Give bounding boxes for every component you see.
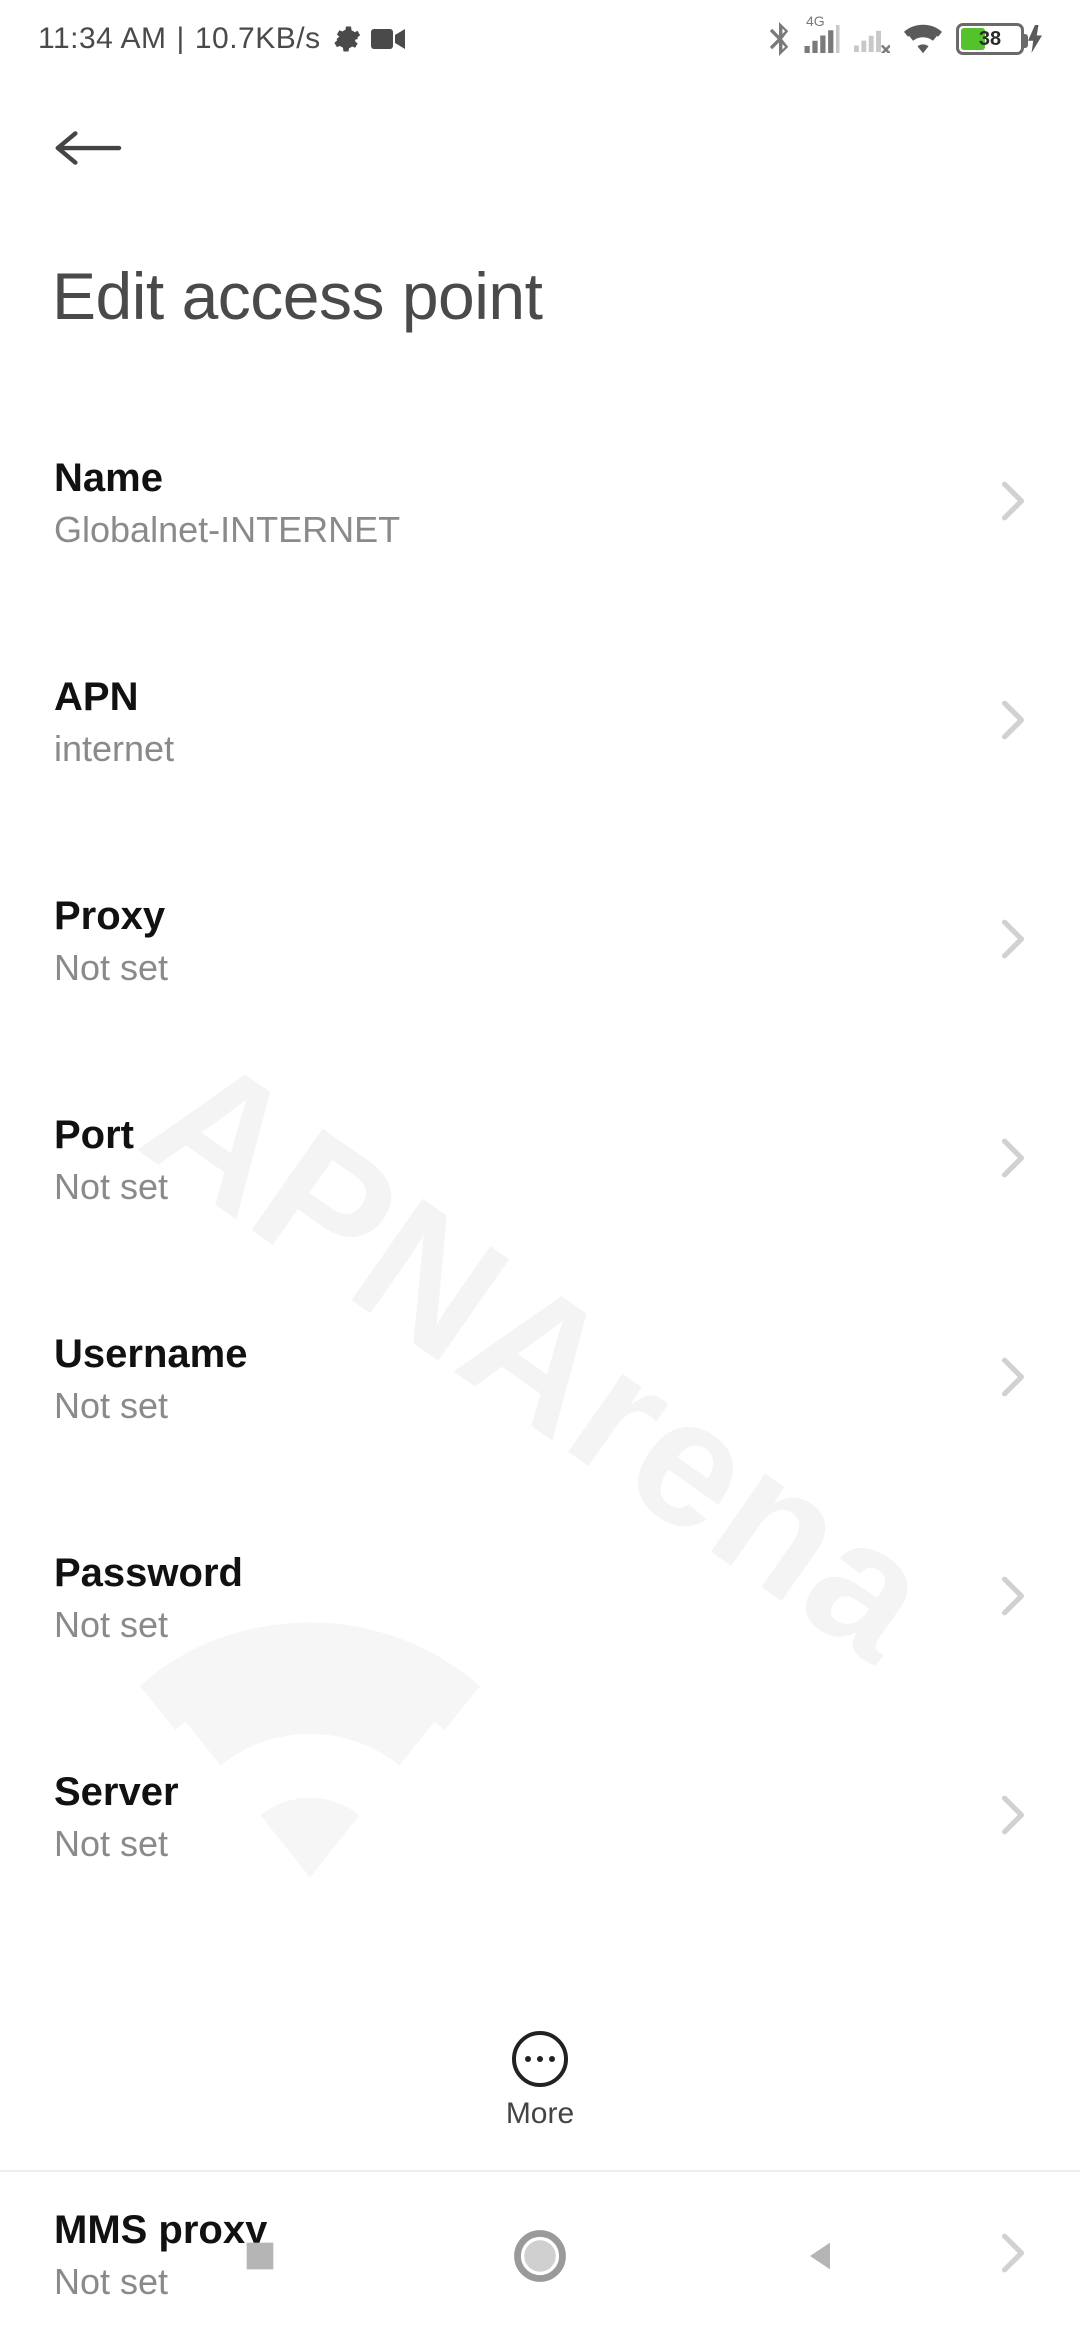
more-button[interactable]	[512, 2031, 568, 2087]
wifi-icon	[904, 24, 942, 54]
page-title: Edit access point	[52, 258, 1028, 334]
charging-bolt-icon	[1028, 25, 1042, 53]
setting-item-title: APN	[54, 675, 174, 720]
status-right: 4G 38	[768, 22, 1042, 56]
setting-item-value: Globalnet-INTERNET	[54, 509, 400, 551]
chevron-right-icon	[1000, 699, 1026, 746]
setting-item-name[interactable]: Name Globalnet-INTERNET	[0, 420, 1080, 587]
setting-item-title: Server	[54, 1770, 179, 1815]
battery-icon: 38	[956, 23, 1042, 55]
bluetooth-icon	[768, 22, 790, 56]
battery-percent: 38	[959, 26, 1021, 52]
status-bar: 11:34 AM | 10.7KB/s 4G 38	[0, 0, 1080, 78]
setting-item-title: Username	[54, 1332, 247, 1377]
setting-item-text: Port Not set	[54, 1113, 168, 1208]
camera-video-icon	[371, 27, 405, 51]
status-time: 11:34 AM	[38, 22, 167, 56]
system-nav-bar	[0, 2172, 1080, 2340]
setting-item-title: Password	[54, 1551, 243, 1596]
setting-item-value: Not set	[54, 1823, 179, 1865]
bottom-action-bar: More	[0, 1992, 1080, 2172]
header: Edit access point	[0, 78, 1080, 334]
more-dots-icon	[525, 2056, 531, 2062]
setting-item-password[interactable]: Password Not set	[0, 1515, 1080, 1682]
chevron-right-icon	[1000, 1137, 1026, 1184]
setting-item-server[interactable]: Server Not set	[0, 1734, 1080, 1901]
setting-item-proxy[interactable]: Proxy Not set	[0, 858, 1080, 1025]
status-left: 11:34 AM | 10.7KB/s	[38, 22, 405, 56]
setting-item-value: Not set	[54, 1166, 168, 1208]
arrow-left-icon	[52, 127, 122, 169]
setting-item-value: Not set	[54, 1604, 243, 1646]
setting-item-text: Server Not set	[54, 1770, 179, 1865]
setting-item-value: internet	[54, 728, 174, 770]
triangle-left-icon	[800, 2234, 840, 2278]
nav-home-button[interactable]	[480, 2196, 600, 2316]
setting-item-apn[interactable]: APN internet	[0, 639, 1080, 806]
circle-icon	[513, 2229, 567, 2283]
cell-4g-label: 4G	[806, 13, 825, 29]
chevron-right-icon	[1000, 1356, 1026, 1403]
nav-back-button[interactable]	[760, 2196, 880, 2316]
chevron-right-icon	[1000, 1794, 1026, 1841]
more-label: More	[506, 2097, 574, 2131]
chevron-right-icon	[1000, 918, 1026, 965]
cell-signal-sim1-icon: 4G	[804, 25, 840, 53]
setting-item-title: Port	[54, 1113, 168, 1158]
status-net-speed: 10.7KB/s	[195, 22, 321, 56]
setting-item-value: Not set	[54, 1385, 247, 1427]
chevron-right-icon	[1000, 480, 1026, 527]
back-button[interactable]	[52, 108, 132, 188]
nav-recent-button[interactable]	[200, 2196, 320, 2316]
setting-item-value: Not set	[54, 947, 168, 989]
setting-item-port[interactable]: Port Not set	[0, 1077, 1080, 1244]
cell-signal-sim2-icon	[854, 25, 890, 53]
setting-item-title: Name	[54, 456, 400, 501]
setting-item-text: Username Not set	[54, 1332, 247, 1427]
setting-item-text: Name Globalnet-INTERNET	[54, 456, 400, 551]
status-separator: |	[177, 22, 185, 56]
square-icon	[240, 2236, 280, 2276]
settings-gear-icon	[331, 24, 361, 54]
setting-item-text: APN internet	[54, 675, 174, 770]
setting-item-text: Proxy Not set	[54, 894, 168, 989]
chevron-right-icon	[1000, 1575, 1026, 1622]
setting-item-text: Password Not set	[54, 1551, 243, 1646]
setting-item-username[interactable]: Username Not set	[0, 1296, 1080, 1463]
setting-item-title: Proxy	[54, 894, 168, 939]
